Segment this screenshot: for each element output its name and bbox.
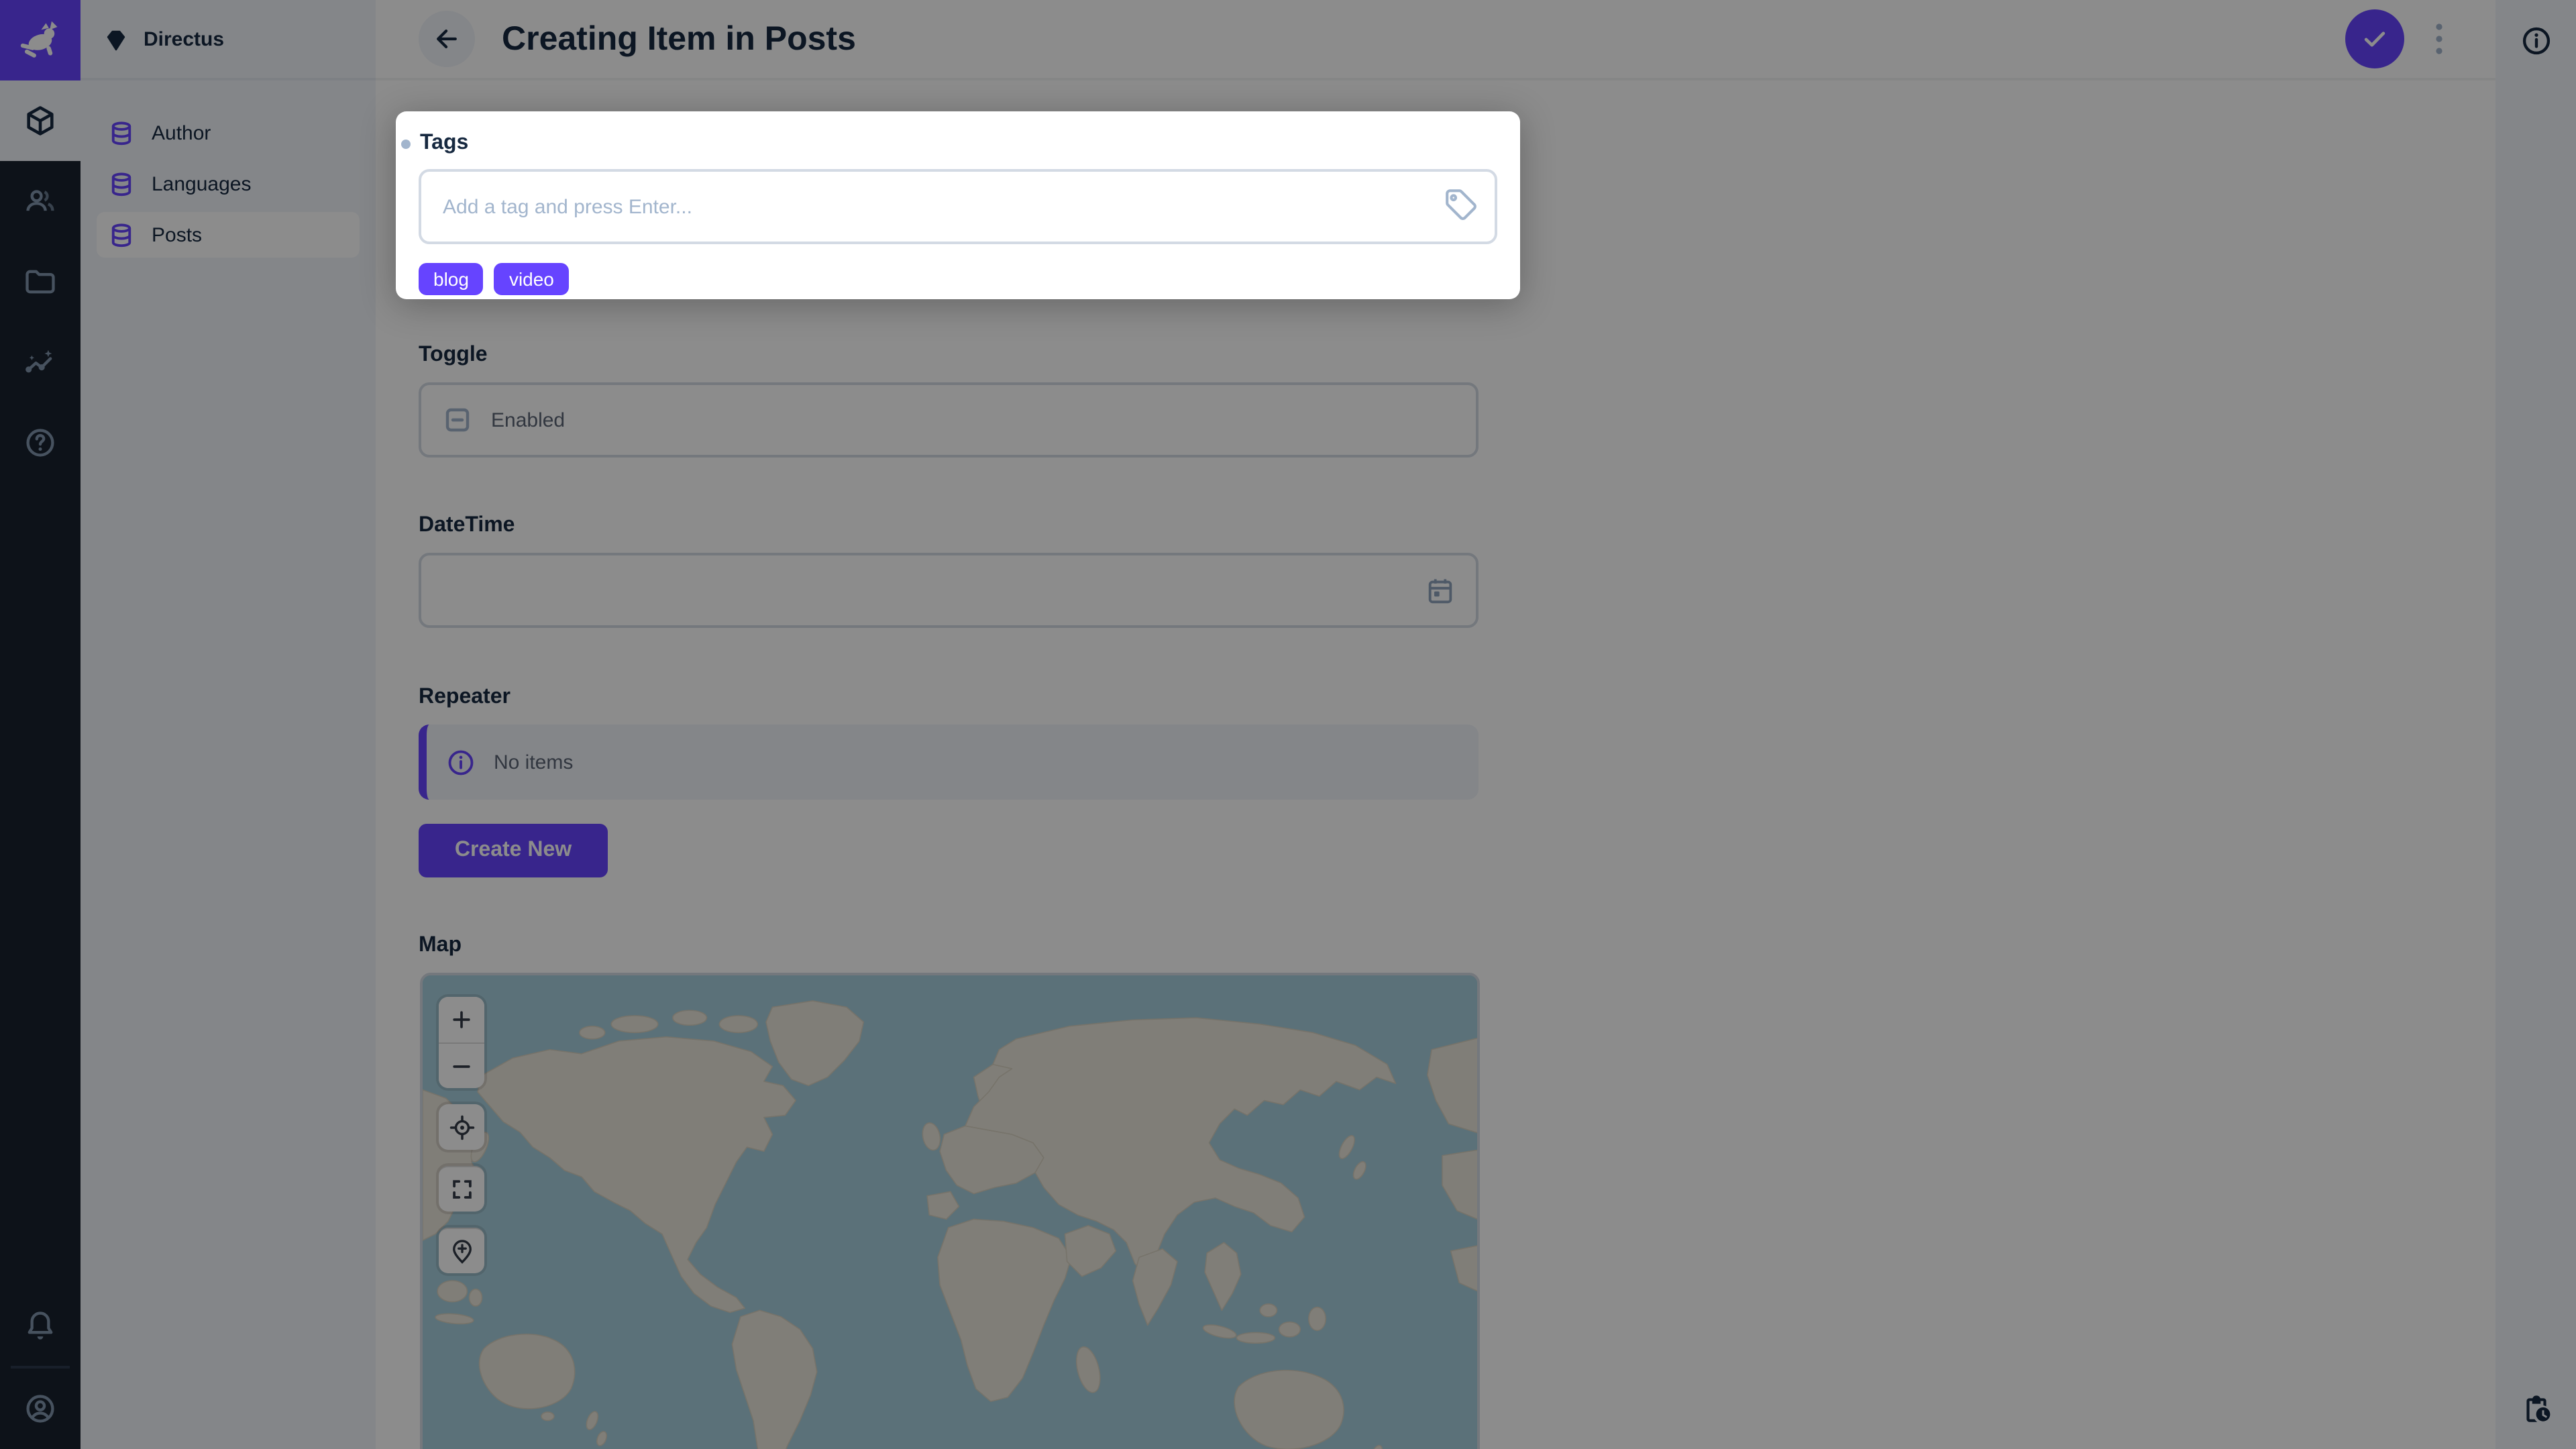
tag-chip-list: blog video: [419, 263, 1497, 295]
edited-indicator-dot: [401, 139, 411, 148]
tag-chip[interactable]: blog: [419, 263, 484, 295]
tag-icon: [1444, 188, 1479, 223]
tag-chip[interactable]: video: [494, 263, 569, 295]
tags-field-card: Tags blog video: [396, 111, 1520, 299]
tags-field-label: Tags: [420, 130, 468, 157]
tags-input[interactable]: [419, 169, 1497, 244]
